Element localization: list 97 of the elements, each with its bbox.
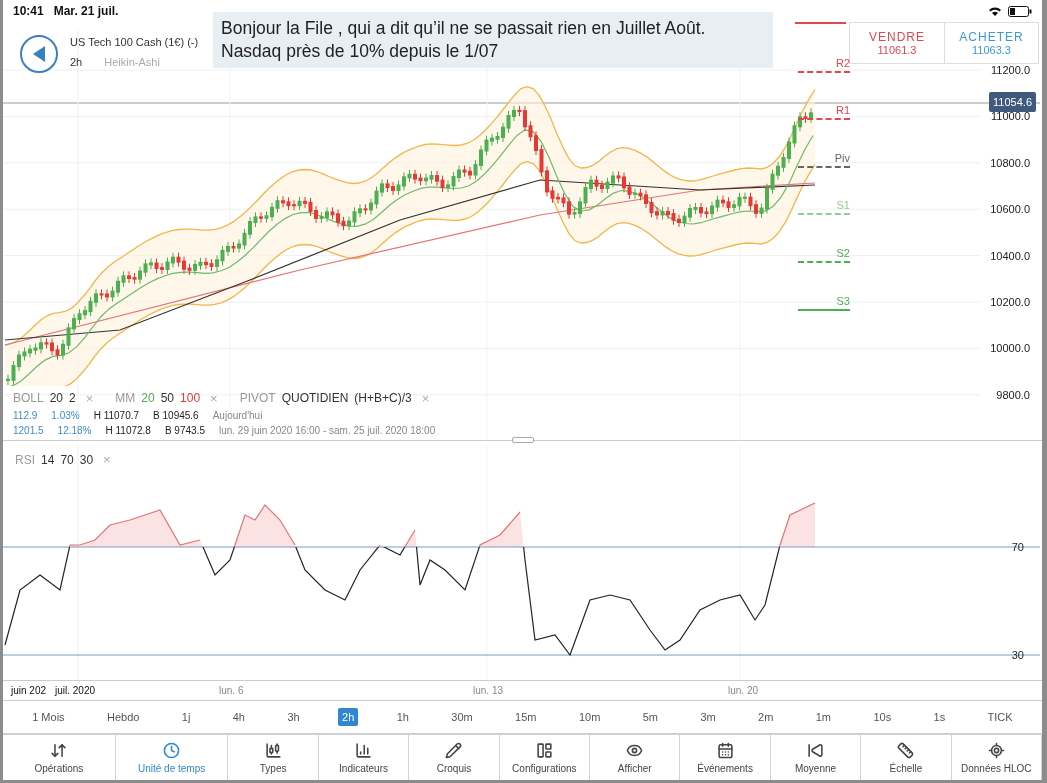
timeframe-button[interactable]: 4h (228, 708, 249, 726)
change-percent: 12.18% (57, 425, 92, 436)
price-axis-label: 10600.0 (990, 203, 1030, 216)
toolbar-button[interactable]: Opérations (3, 734, 116, 780)
date-axis-label: juil. 2020 (55, 685, 96, 696)
toolbar-button[interactable]: Unité de temps (115, 734, 229, 780)
pivot-label: S3 (836, 295, 850, 307)
date-axis-label: lun. 20 (728, 685, 759, 696)
crosshair-icon (987, 741, 1005, 759)
pivot-label: R1 (835, 104, 850, 116)
timeframe-button[interactable]: 1m (811, 708, 835, 726)
price-axis-label: 11200.0 (991, 64, 1030, 76)
comment-text: Bonjour la File , qui a dit qu’il ne se passait rien en Juillet Août. (221, 17, 707, 40)
layout-icon (535, 741, 553, 759)
low-value: B 10945.6 (153, 410, 199, 421)
clock-icon (163, 741, 181, 759)
back-button[interactable] (20, 35, 58, 73)
pivot-line (794, 22, 847, 24)
toolbar-button[interactable]: Configurations (499, 734, 591, 780)
timeframe-button[interactable]: TICK (983, 708, 1017, 726)
comment-text: Nasdaq près de 10% depuis le 1/07 (221, 40, 500, 63)
timeframe-button[interactable]: 30m (447, 708, 477, 726)
date-axis-label: lun. 13 (473, 685, 504, 696)
status-date: Mar. 21 juil. (53, 4, 119, 18)
rsi-level-label: 30 (1011, 649, 1024, 661)
battery-icon (1008, 5, 1032, 17)
timeframe-button[interactable]: 10m (574, 708, 605, 726)
timeframe-text: 2h (70, 56, 83, 68)
pivot-label: R2 (835, 57, 850, 69)
toolbar-button[interactable]: Indicateurs (318, 734, 410, 780)
timeframe-button[interactable]: 3h (283, 708, 304, 726)
toolbar-button[interactable]: Événements (680, 734, 771, 780)
toolbar-button[interactable]: Échelle (861, 734, 952, 780)
instrument-name: US Tech 100 Cash (1€) (-) (70, 36, 199, 48)
change-value: 112.9 (13, 410, 38, 421)
high-value: H 11070.7 (93, 410, 140, 421)
indicator-name: BOLL (13, 391, 44, 405)
ruler-icon (897, 741, 915, 759)
indicator-param: 20 (141, 391, 155, 405)
indicator-name: RSI (15, 452, 35, 467)
timeframe-button[interactable]: 2m (754, 708, 778, 726)
low-value: B 9743.5 (164, 425, 205, 436)
indicator-param: 20 (49, 391, 64, 405)
chart-type-text: Heikin-Ashi (104, 56, 160, 68)
indicator-param: 14 (41, 452, 55, 467)
period-text: lun. 29 juin 2020 16:00 - sam. 25 juil. 2020 18:00 (218, 425, 436, 436)
current-price-tag: 11054.6 (989, 92, 1036, 112)
pencil-icon (445, 741, 463, 759)
resize-handle[interactable] (511, 437, 534, 443)
timeframe-button[interactable]: 3m (696, 708, 720, 726)
timeframe-button[interactable]: Hebdo (103, 708, 144, 726)
back-arrow-icon (32, 45, 46, 63)
pivot-label: Piv (834, 152, 850, 164)
indicator-param: (H+B+C)/3 (354, 391, 412, 405)
timeframe-button[interactable]: 1 Mois (28, 708, 69, 726)
period-text: Aujourd'hui (212, 410, 263, 421)
indicator-param: 30 (79, 452, 94, 467)
arrows-icon (50, 741, 68, 759)
timeframe-button[interactable]: 1s (929, 708, 950, 726)
price-axis-label: 10400.0 (990, 249, 1030, 262)
indicator-name: PIVOT (239, 391, 276, 405)
price-axis-label: 9800.0 (996, 388, 1030, 401)
timeframe-button[interactable]: 5m (638, 708, 662, 726)
indicator-param: 70 (60, 452, 74, 467)
price-axis-label: 10200.0 (990, 296, 1030, 308)
timeframe-button[interactable]: 1h (392, 708, 413, 726)
toolbar-button[interactable]: Données HLOC (951, 734, 1042, 780)
price-axis-label: 10800.0 (990, 156, 1030, 169)
indicator-param: QUOTIDIEN (281, 391, 349, 405)
date-axis-label: juin 202 (11, 685, 47, 696)
status-time: 10:41 (13, 4, 44, 18)
high-value: H 11072.8 (105, 425, 151, 436)
indicator-param: 50 (160, 391, 175, 405)
skip-back-icon (807, 741, 824, 759)
toolbar-button[interactable]: Types (228, 734, 319, 780)
toolbar-button[interactable]: Moyenne (770, 734, 862, 780)
candlestick-icon (264, 741, 282, 759)
bar-chart-icon (355, 741, 373, 759)
indicator-param: 2 (69, 391, 76, 405)
pivot-label: S2 (836, 247, 850, 259)
toolbar-button[interactable]: Afficher (590, 734, 681, 780)
change-value: 1201.5 (13, 425, 44, 436)
rsi-level-label: 70 (1011, 541, 1024, 553)
indicator-name: MM (115, 391, 136, 405)
timeframe-button[interactable]: 10s (869, 708, 896, 726)
calendar-icon (716, 741, 734, 759)
timeframe-button[interactable]: 15m (511, 708, 541, 726)
toolbar-button[interactable]: Croquis (409, 734, 500, 780)
timeframe-button[interactable]: 1j (177, 708, 195, 726)
wifi-icon (988, 5, 1002, 17)
indicator-param: 100 (180, 391, 201, 405)
date-axis-label: lun. 6 (219, 685, 244, 696)
pivot-label: S1 (836, 199, 850, 211)
price-axis-label: 11000.0 (991, 110, 1030, 123)
price-axis-label: 10000.0 (990, 342, 1030, 355)
change-percent: 1.03% (51, 410, 80, 421)
timeframe-button[interactable]: 2h (338, 708, 359, 726)
